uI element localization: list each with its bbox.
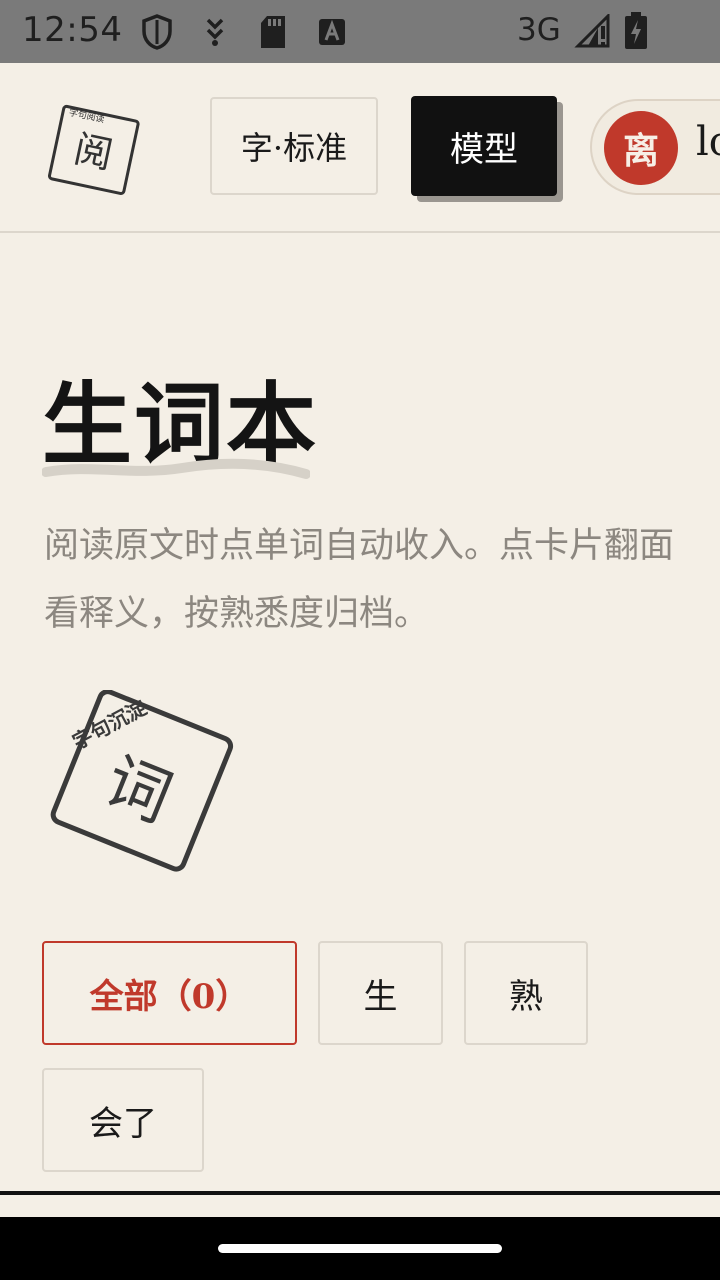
user-menu[interactable]: 离 lo — [590, 99, 720, 195]
vocab-stamp: 词 字句沉淀 — [50, 690, 234, 872]
stamp-text: 字句沉淀 — [68, 695, 151, 754]
section-divider — [0, 1191, 720, 1195]
user-name: lo — [696, 119, 720, 165]
logo-stamp-text: 字句阅读 — [68, 106, 106, 125]
filter-learned[interactable]: 会了 — [42, 1068, 204, 1172]
sd-card-icon — [261, 16, 285, 48]
logo-char: 阅 — [70, 126, 116, 177]
stamp-char: 词 — [94, 744, 181, 837]
shield-icon — [142, 14, 172, 50]
font-size-button[interactable]: 字·标准 — [210, 97, 378, 195]
status-time: 12:54 — [22, 10, 123, 50]
page-subtitle: 阅读原文时点单词自动收入。点卡片翻面看释义，按熟悉度归档。 — [44, 526, 675, 634]
status-bar: 12:54 3G — [0, 0, 720, 63]
filter-all[interactable]: 全部（0） — [42, 941, 297, 1045]
signal-icon — [574, 14, 610, 48]
avatar: 离 — [604, 111, 678, 185]
font-a-icon — [319, 19, 345, 45]
filter-new[interactable]: 生 — [318, 941, 443, 1045]
filter-familiar[interactable]: 熟 — [464, 941, 588, 1045]
home-indicator[interactable] — [218, 1244, 502, 1253]
app-header: 阅 字句阅读 字·标准 模型 离 lo — [0, 63, 720, 233]
title-underline — [42, 458, 310, 479]
network-type: 3G — [517, 12, 561, 48]
app-logo[interactable]: 阅 字句阅读 — [44, 99, 144, 199]
download-icon — [206, 18, 224, 46]
battery-charging-icon — [625, 12, 647, 49]
model-button[interactable]: 模型 — [411, 96, 557, 196]
